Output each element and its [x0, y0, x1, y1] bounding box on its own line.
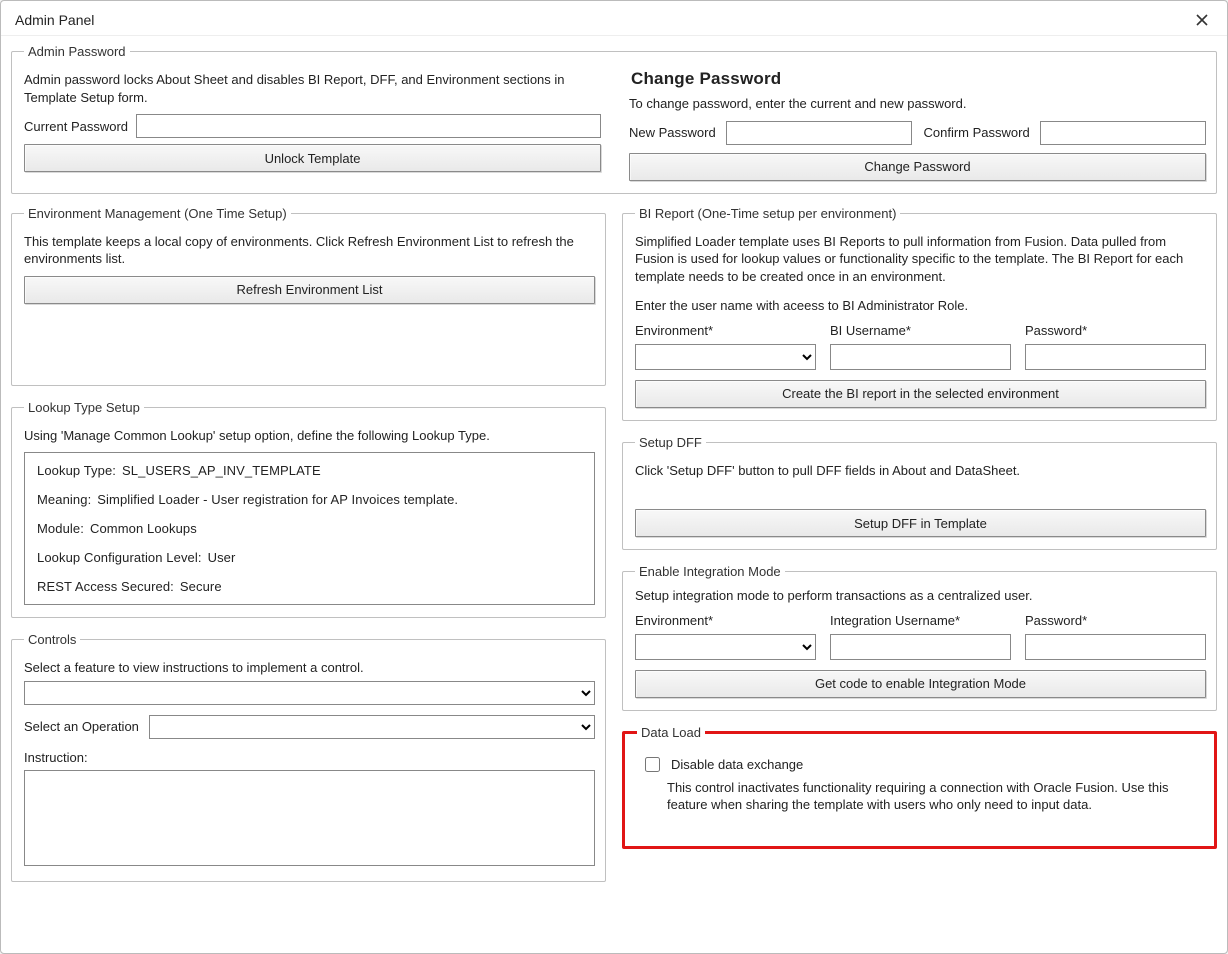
bi-env-select[interactable] [635, 344, 816, 370]
controls-select-op-label: Select an Operation [24, 719, 139, 734]
setup-dff-group: Setup DFF Click 'Setup DFF' button to pu… [622, 435, 1217, 551]
integration-username-input[interactable] [830, 634, 1011, 660]
lookup-meaning-line: Meaning: Simplified Loader - User regist… [37, 492, 582, 507]
lookup-module-key: Module: [37, 521, 84, 536]
lookup-rest-line: REST Access Secured: Secure [37, 579, 582, 594]
setup-dff-button[interactable]: Setup DFF in Template [635, 509, 1206, 537]
lookup-type-setup-legend: Lookup Type Setup [24, 400, 144, 415]
controls-group: Controls Select a feature to view instru… [11, 632, 606, 882]
left-subcolumn: Environment Management (One Time Setup) … [11, 206, 606, 883]
controls-select-feature-label: Select a feature to view instructions to… [24, 659, 595, 677]
integration-username-label: Integration Username* [830, 613, 1011, 628]
bi-password-label: Password* [1025, 323, 1206, 338]
left-column: Admin Password Admin password locks Abou… [11, 44, 1217, 943]
lookup-type-value: SL_USERS_AP_INV_TEMPLATE [122, 463, 321, 478]
integration-password-input[interactable] [1025, 634, 1206, 660]
data-load-group: Data Load Disable data exchange This con… [622, 725, 1217, 849]
change-password-section: Change Password To change password, ente… [629, 67, 1206, 181]
integration-env-select[interactable] [635, 634, 816, 660]
enable-integration-legend: Enable Integration Mode [635, 564, 785, 579]
change-password-button[interactable]: Change Password [629, 153, 1206, 181]
lookup-details-box: Lookup Type: SL_USERS_AP_INV_TEMPLATE Me… [24, 452, 595, 605]
controls-instruction-label: Instruction: [24, 749, 595, 767]
setup-dff-legend: Setup DFF [635, 435, 706, 450]
client-area: Admin Password Admin password locks Abou… [1, 36, 1227, 953]
new-password-input[interactable] [726, 121, 912, 145]
lookup-config-value: User [208, 550, 236, 565]
admin-password-group: Admin Password Admin password locks Abou… [11, 44, 1217, 194]
controls-legend: Controls [24, 632, 80, 647]
lookup-config-line: Lookup Configuration Level: User [37, 550, 582, 565]
admin-panel-window: Admin Panel Admin Password Admin passwor… [0, 0, 1228, 954]
confirm-password-input[interactable] [1040, 121, 1206, 145]
change-password-desc: To change password, enter the current an… [629, 95, 1206, 113]
confirm-password-label: Confirm Password [924, 125, 1030, 140]
lookup-type-key: Lookup Type: [37, 463, 116, 478]
admin-password-desc: Admin password locks About Sheet and dis… [24, 71, 601, 106]
right-subcolumn: BI Report (One-Time setup per environmen… [622, 206, 1217, 883]
current-password-label: Current Password [24, 119, 128, 134]
new-password-label: New Password [629, 125, 716, 140]
disable-data-exchange-checkbox[interactable] [645, 757, 660, 772]
lookup-module-value: Common Lookups [90, 521, 197, 536]
bi-report-desc2: Enter the user name with aceess to BI Ad… [635, 297, 1206, 315]
get-integration-code-button[interactable]: Get code to enable Integration Mode [635, 670, 1206, 698]
lookup-meaning-key: Meaning: [37, 492, 91, 507]
data-load-desc: This control inactivates functionality r… [667, 779, 1200, 814]
close-icon[interactable] [1189, 9, 1215, 31]
lookup-module-line: Module: Common Lookups [37, 521, 582, 536]
current-password-input[interactable] [136, 114, 601, 138]
bi-username-input[interactable] [830, 344, 1011, 370]
environment-management-group: Environment Management (One Time Setup) … [11, 206, 606, 386]
controls-operation-select[interactable] [149, 715, 595, 739]
lookup-rest-key: REST Access Secured: [37, 579, 174, 594]
integration-env-label: Environment* [635, 613, 816, 628]
bi-report-legend: BI Report (One-Time setup per environmen… [635, 206, 900, 221]
disable-data-exchange-label: Disable data exchange [671, 757, 803, 772]
lookup-config-key: Lookup Configuration Level: [37, 550, 202, 565]
bi-username-label: BI Username* [830, 323, 1011, 338]
environment-management-desc: This template keeps a local copy of envi… [24, 233, 595, 268]
unlock-template-button[interactable]: Unlock Template [24, 144, 601, 172]
controls-feature-select[interactable] [24, 681, 595, 705]
lookup-type-setup-group: Lookup Type Setup Using 'Manage Common L… [11, 400, 606, 619]
environment-management-legend: Environment Management (One Time Setup) [24, 206, 291, 221]
admin-password-legend: Admin Password [24, 44, 130, 59]
integration-desc: Setup integration mode to perform transa… [635, 587, 1206, 605]
bi-report-desc: Simplified Loader template uses BI Repor… [635, 233, 1206, 286]
bi-report-group: BI Report (One-Time setup per environmen… [622, 206, 1217, 421]
integration-password-label: Password* [1025, 613, 1206, 628]
lookup-type-line: Lookup Type: SL_USERS_AP_INV_TEMPLATE [37, 463, 582, 478]
lookup-rest-value: Secure [180, 579, 222, 594]
controls-instruction-textarea[interactable] [24, 770, 595, 866]
enable-integration-group: Enable Integration Mode Setup integratio… [622, 564, 1217, 711]
refresh-environment-list-button[interactable]: Refresh Environment List [24, 276, 595, 304]
admin-password-left: Admin password locks About Sheet and dis… [24, 67, 601, 181]
window-title: Admin Panel [15, 12, 1189, 28]
titlebar: Admin Panel [1, 1, 1227, 36]
change-password-title: Change Password [631, 69, 1206, 89]
setup-dff-desc: Click 'Setup DFF' button to pull DFF fie… [635, 462, 1206, 480]
lookup-desc: Using 'Manage Common Lookup' setup optio… [24, 427, 595, 445]
create-bi-report-button[interactable]: Create the BI report in the selected env… [635, 380, 1206, 408]
lookup-meaning-value: Simplified Loader - User registration fo… [97, 492, 458, 507]
bi-env-label: Environment* [635, 323, 816, 338]
data-load-legend: Data Load [637, 725, 705, 740]
bi-password-input[interactable] [1025, 344, 1206, 370]
